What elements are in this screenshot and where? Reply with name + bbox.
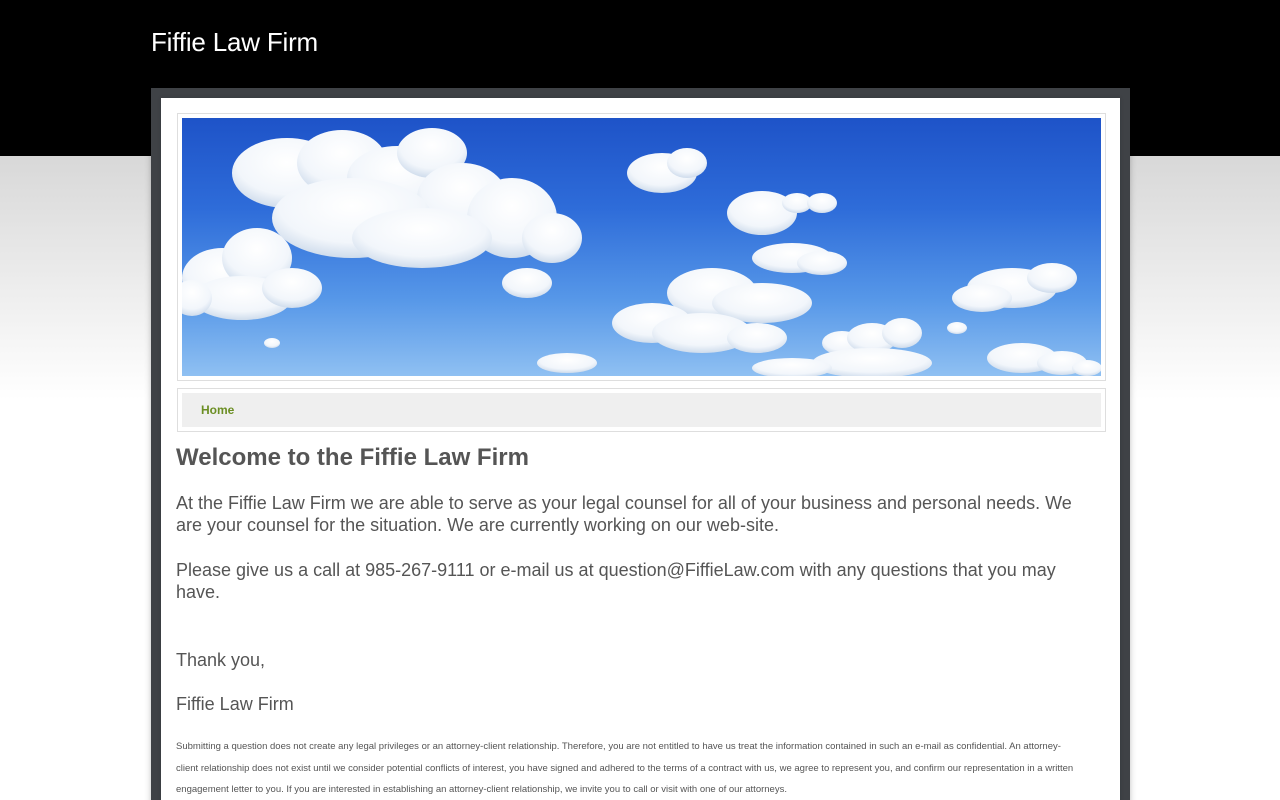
- signature-line: Fiffie Law Firm: [176, 694, 294, 714]
- content-box: Home Welcome to the Fiffie Law Firm At t…: [161, 98, 1120, 800]
- navigation-bar: Home: [182, 393, 1101, 427]
- intro-paragraph: At the Fiffie Law Firm we are able to se…: [176, 493, 1072, 535]
- navigation-frame: Home: [177, 388, 1106, 432]
- thank-you-line: Thank you,: [176, 650, 266, 670]
- contact-paragraph: Please give us a call at 985-267-9111 or…: [176, 560, 1056, 602]
- site-title[interactable]: Fiffie Law Firm: [151, 26, 318, 58]
- nav-item-home[interactable]: Home: [201, 403, 234, 417]
- page-heading: Welcome to the Fiffie Law Firm: [176, 444, 529, 471]
- sky-clouds-image: [182, 118, 1101, 376]
- disclaimer-text: Submitting a question does not create an…: [176, 741, 1074, 795]
- banner-frame: [177, 113, 1106, 381]
